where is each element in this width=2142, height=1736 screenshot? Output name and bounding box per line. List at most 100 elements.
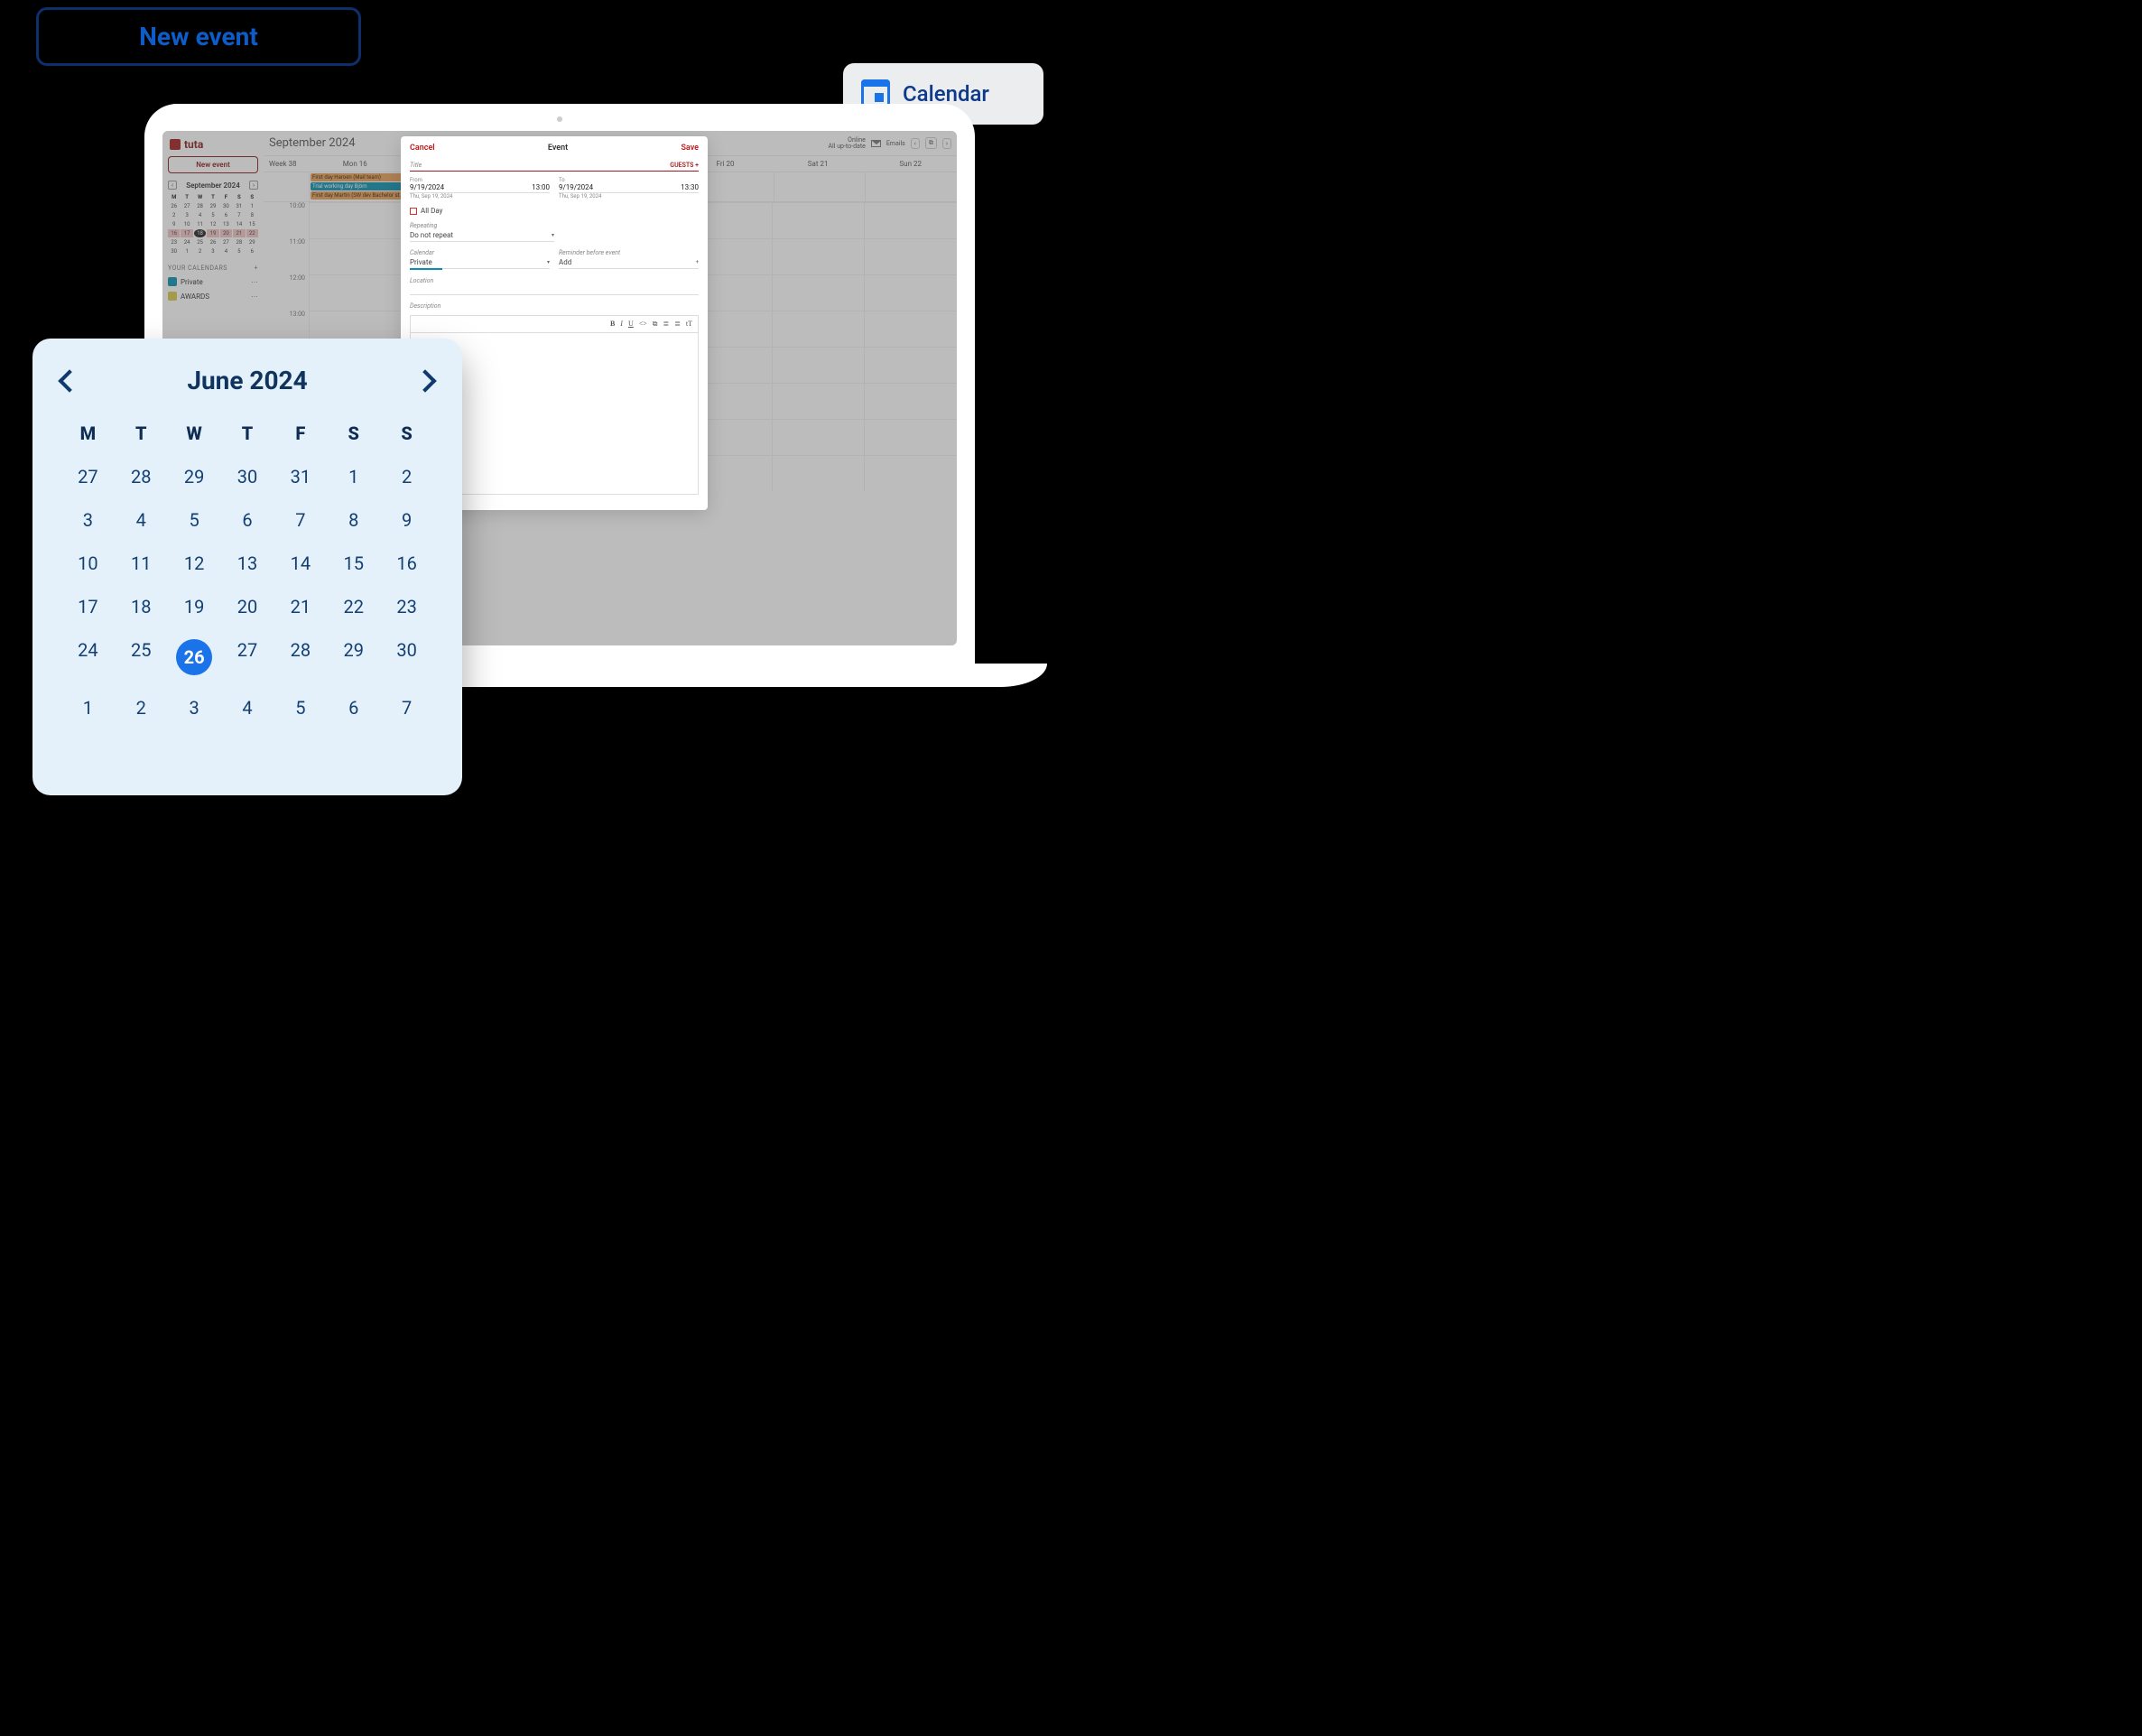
month-pop-day-cell[interactable]: 23 <box>380 596 433 617</box>
mini-day-cell[interactable]: 6 <box>246 247 258 255</box>
mini-day-cell[interactable]: 12 <box>207 220 218 228</box>
hour-cell[interactable] <box>772 274 865 311</box>
bold-button[interactable]: B <box>610 320 615 329</box>
hour-cell[interactable] <box>864 347 957 383</box>
mini-day-cell[interactable]: 28 <box>233 238 245 246</box>
mini-day-cell[interactable]: 30 <box>220 202 232 210</box>
calendar-menu-button[interactable]: ⋯ <box>251 292 258 301</box>
mini-day-cell[interactable]: 21 <box>233 229 245 237</box>
allday-event[interactable]: First day Haroen (Mail team) <box>311 173 405 181</box>
month-pop-day-cell[interactable]: 3 <box>61 509 115 531</box>
month-pop-day-cell[interactable]: 14 <box>274 552 327 574</box>
mini-day-cell[interactable]: 27 <box>181 202 192 210</box>
ul-button[interactable]: ≣ <box>663 320 669 329</box>
month-pop-day-cell[interactable]: 25 <box>115 639 168 675</box>
month-pop-day-cell[interactable]: 7 <box>274 509 327 531</box>
month-pop-day-cell[interactable]: 6 <box>221 509 274 531</box>
mini-month-grid[interactable]: MTWTFSS262728293031123456789101112131415… <box>168 193 258 255</box>
mini-day-cell[interactable]: 13 <box>220 220 232 228</box>
month-pop-day-cell[interactable]: 30 <box>380 639 433 675</box>
month-pop-day-cell[interactable]: 8 <box>327 509 380 531</box>
allday-cell-mon[interactable]: First day Haroen (Mail team)Trial workin… <box>309 172 406 201</box>
mini-month-next-button[interactable]: › <box>249 181 258 190</box>
to-time-input[interactable]: 13:30 <box>681 183 699 191</box>
month-pop-day-cell[interactable]: 3 <box>168 697 221 719</box>
hour-cell[interactable] <box>772 347 865 383</box>
hour-cell[interactable] <box>864 202 957 238</box>
mini-day-cell[interactable]: 15 <box>246 220 258 228</box>
allday-cell-sun[interactable] <box>865 172 957 201</box>
month-pop-day-cell[interactable]: 13 <box>221 552 274 574</box>
month-pop-day-cell[interactable]: 30 <box>221 466 274 487</box>
allday-event[interactable]: First day Martin (SW dev Bachelor st… <box>311 191 405 200</box>
hour-cell[interactable] <box>772 455 865 491</box>
month-pop-grid[interactable]: MTWTFSS272829303112345678910111213141516… <box>61 422 433 719</box>
month-pop-day-cell[interactable]: 27 <box>61 466 115 487</box>
allday-cell-sat[interactable] <box>774 172 866 201</box>
month-pop-day-cell[interactable]: 28 <box>274 639 327 675</box>
mini-day-cell[interactable]: 29 <box>207 202 218 210</box>
mini-day-cell[interactable]: 27 <box>220 238 232 246</box>
mini-day-cell[interactable]: 28 <box>194 202 206 210</box>
hour-cell[interactable] <box>309 238 402 274</box>
allday-checkbox[interactable] <box>410 208 417 215</box>
mini-day-cell[interactable]: 8 <box>246 211 258 219</box>
mini-day-cell[interactable]: 23 <box>168 238 180 246</box>
hour-cell[interactable] <box>772 383 865 419</box>
month-pop-day-cell[interactable]: 29 <box>327 639 380 675</box>
hour-cell[interactable] <box>864 238 957 274</box>
mini-day-cell[interactable]: 30 <box>168 247 180 255</box>
repeating-select[interactable]: Do not repeat ▾ <box>410 229 554 242</box>
header-today-button[interactable]: ⧉ <box>925 137 937 149</box>
month-pop-day-cell[interactable]: 9 <box>380 509 433 531</box>
month-pop-day-cell[interactable]: 6 <box>327 697 380 719</box>
mini-day-cell[interactable]: 18 <box>194 229 206 237</box>
month-pop-day-cell[interactable]: 10 <box>61 552 115 574</box>
month-pop-day-cell[interactable]: 21 <box>274 596 327 617</box>
header-prev-button[interactable]: ‹ <box>911 138 920 149</box>
mini-day-cell[interactable]: 31 <box>233 202 245 210</box>
mini-day-cell[interactable]: 4 <box>220 247 232 255</box>
mini-day-cell[interactable]: 26 <box>207 238 218 246</box>
month-pop-day-cell[interactable]: 19 <box>168 596 221 617</box>
month-pop-day-cell[interactable]: 4 <box>115 509 168 531</box>
mini-day-cell[interactable]: 10 <box>181 220 192 228</box>
mini-day-cell[interactable]: 24 <box>181 238 192 246</box>
month-pop-day-cell[interactable]: 22 <box>327 596 380 617</box>
emails-link[interactable]: Emails <box>886 140 905 147</box>
month-pop-day-cell[interactable]: 15 <box>327 552 380 574</box>
month-pop-day-cell[interactable]: 5 <box>168 509 221 531</box>
from-time-input[interactable]: 13:00 <box>532 183 550 191</box>
mini-day-cell[interactable]: 20 <box>220 229 232 237</box>
month-pop-day-cell[interactable]: 7 <box>380 697 433 719</box>
sidebar-calendar-item[interactable]: AWARDS⋯ <box>168 292 258 301</box>
mini-month-prev-button[interactable]: ‹ <box>168 181 177 190</box>
month-pop-day-cell[interactable]: 1 <box>61 697 115 719</box>
month-pop-day-cell[interactable]: 12 <box>168 552 221 574</box>
mini-day-cell[interactable]: 26 <box>168 202 180 210</box>
hour-cell[interactable] <box>772 238 865 274</box>
month-pop-day-cell[interactable]: 17 <box>61 596 115 617</box>
calendar-select[interactable]: Private ▾ <box>410 256 550 269</box>
underline-button[interactable]: U <box>628 320 634 329</box>
month-pop-day-cell[interactable]: 20 <box>221 596 274 617</box>
link-button[interactable]: ⧉ <box>653 320 658 329</box>
header-next-button[interactable]: › <box>942 138 951 149</box>
mini-day-cell[interactable]: 2 <box>194 247 206 255</box>
month-pop-day-cell[interactable]: 18 <box>115 596 168 617</box>
allday-event[interactable]: Trial working day Björn <box>311 182 405 190</box>
hour-cell[interactable] <box>864 311 957 347</box>
month-pop-day-cell[interactable]: 11 <box>115 552 168 574</box>
hour-cell[interactable] <box>309 202 402 238</box>
month-pop-day-cell[interactable]: 26 <box>168 639 221 675</box>
mini-day-cell[interactable]: 1 <box>246 202 258 210</box>
to-date-input[interactable]: 9/19/2024 <box>559 183 593 191</box>
reminder-add-button[interactable]: Add + <box>559 256 699 269</box>
guests-button[interactable]: GUESTS + <box>670 162 699 169</box>
mini-day-cell[interactable]: 29 <box>246 238 258 246</box>
mini-day-cell[interactable]: 9 <box>168 220 180 228</box>
calendar-menu-button[interactable]: ⋯ <box>251 278 258 286</box>
hour-cell[interactable] <box>772 419 865 455</box>
mini-day-cell[interactable]: 11 <box>194 220 206 228</box>
sidebar-calendar-item[interactable]: Private⋯ <box>168 277 258 286</box>
